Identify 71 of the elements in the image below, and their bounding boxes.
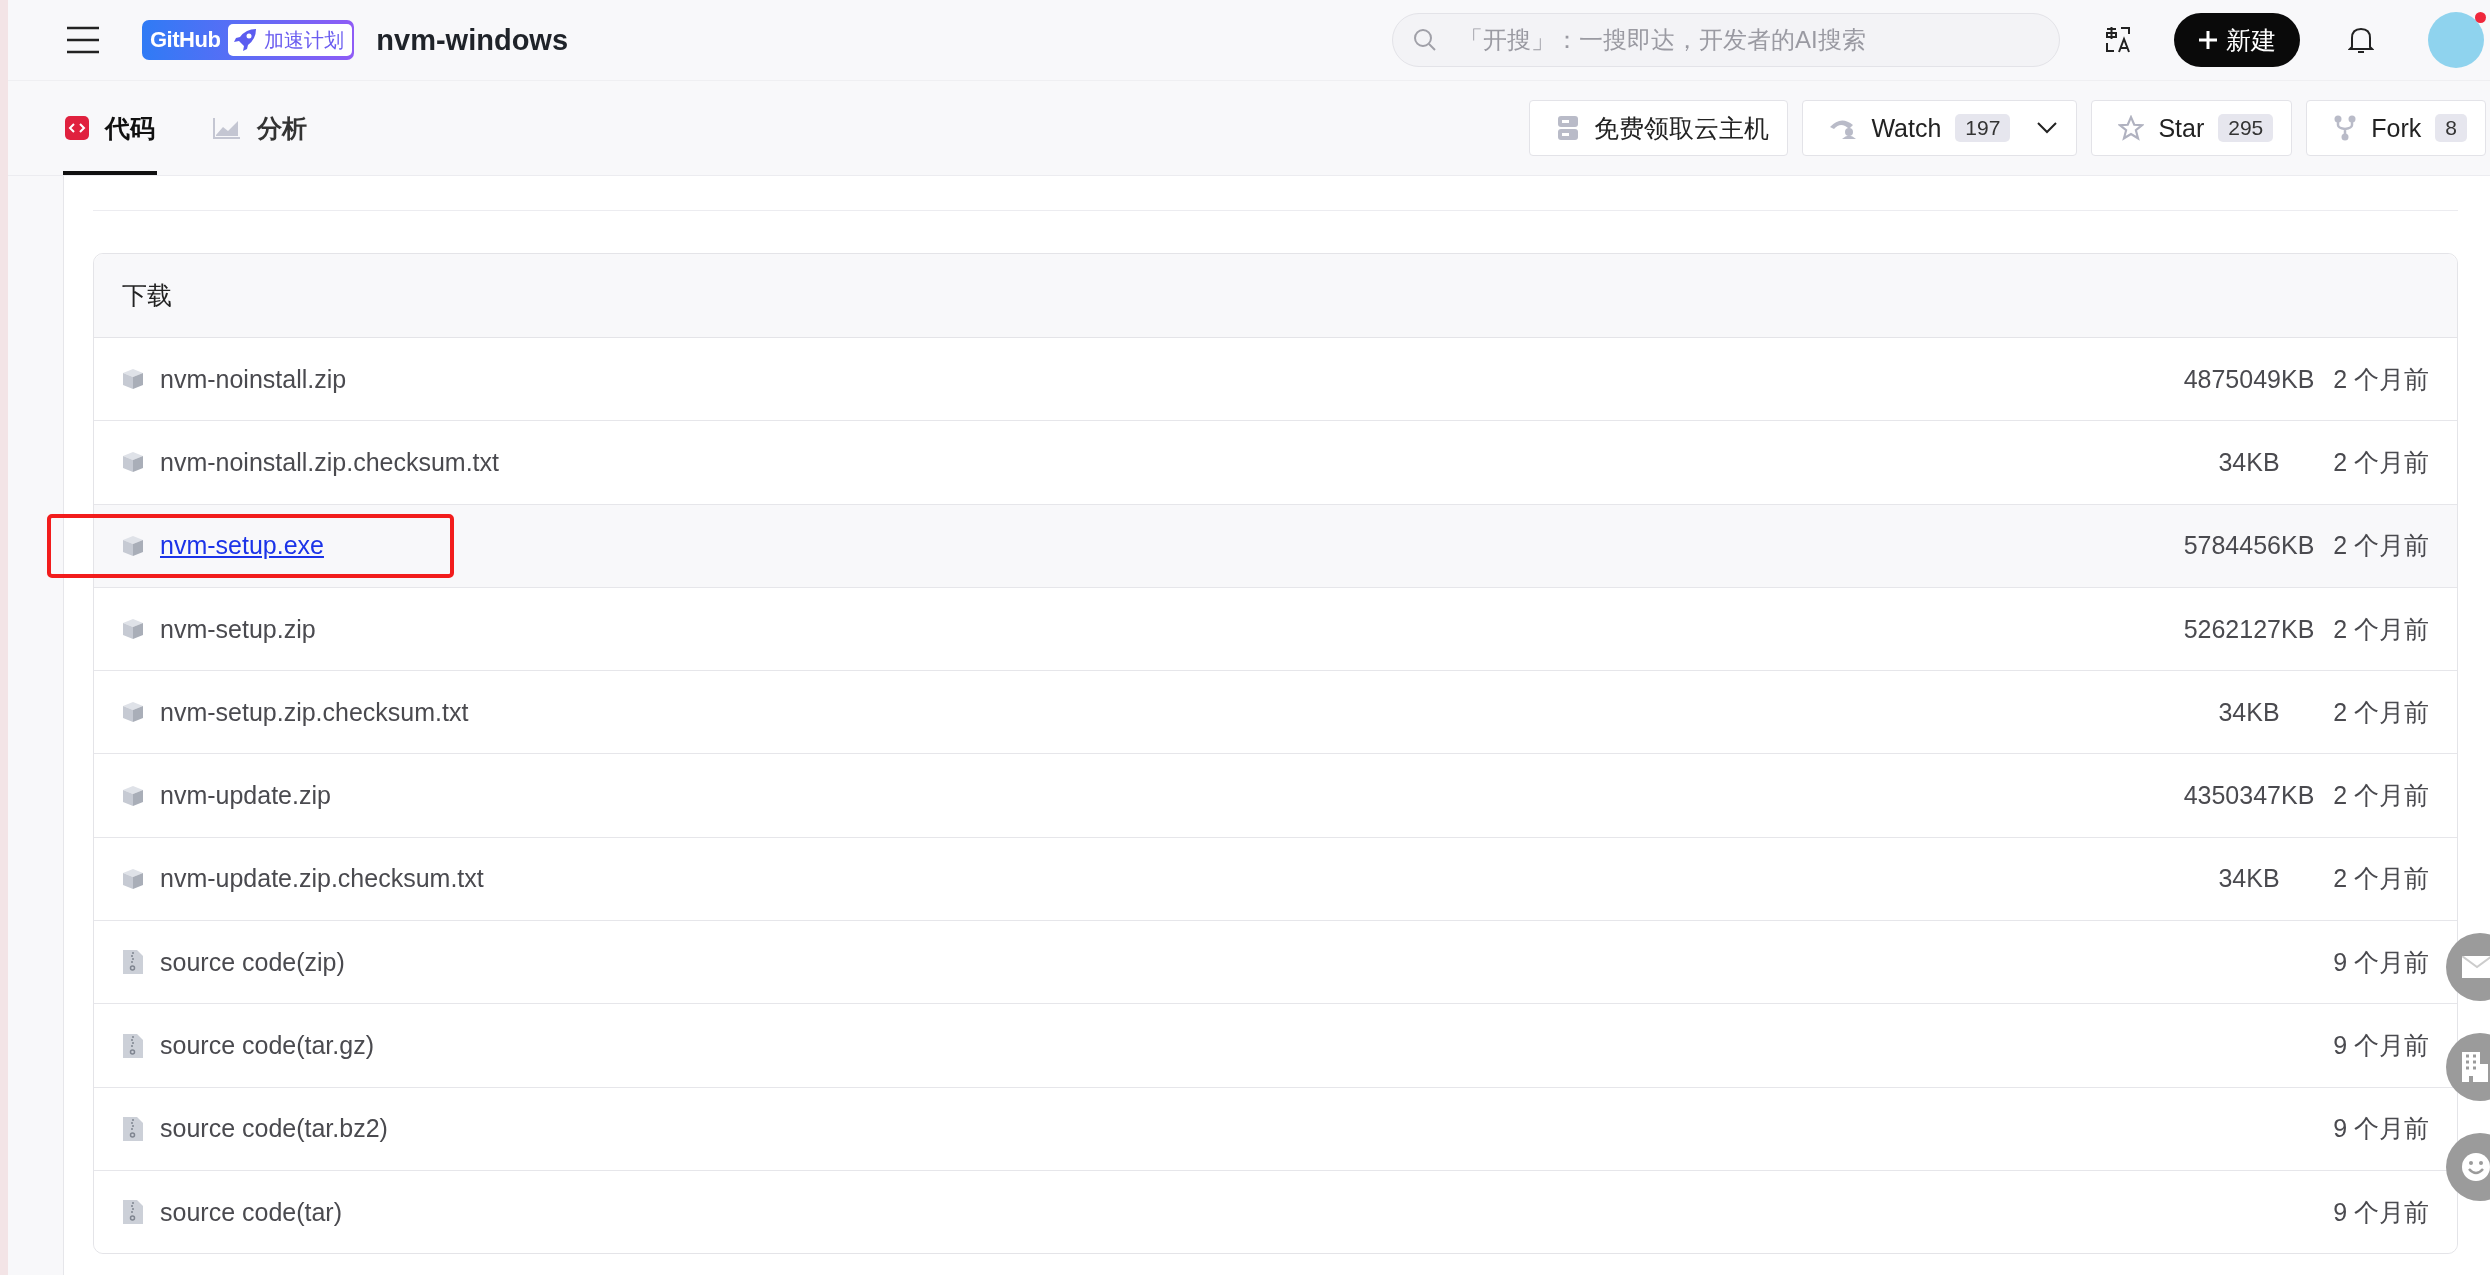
file-age: 9 个月前 [2332, 1196, 2429, 1228]
file-size: 34KB [2217, 697, 2281, 727]
server-icon [1556, 115, 1581, 141]
file-link[interactable]: source code(tar) [160, 1197, 2319, 1227]
package-icon [122, 867, 144, 890]
package-icon [122, 784, 144, 807]
zip-file-icon [122, 1115, 144, 1142]
new-button[interactable]: 新建 [2174, 13, 2300, 67]
watch-button[interactable]: Watch 197 [1802, 100, 2078, 156]
count-badge: 197 [1955, 114, 2011, 142]
button-label: 免费领取云主机 [1594, 112, 1770, 144]
search-field[interactable]: 「开搜」：一搜即达，开发者的AI搜索 [1392, 13, 2060, 67]
file-link[interactable]: nvm-update.zip [160, 781, 2179, 811]
file-link[interactable]: nvm-noinstall.zip [160, 364, 2179, 394]
button-label: Fork [2371, 113, 2422, 143]
package-icon [122, 534, 144, 557]
file-link[interactable]: nvm-update.zip.checksum.txt [160, 864, 2179, 894]
file-size: 4875049KB [2182, 364, 2316, 394]
count-badge: 295 [2218, 114, 2274, 142]
file-link[interactable]: source code(zip) [160, 947, 2319, 977]
cloud-button[interactable]: 免费领取云主机 [1529, 100, 1789, 156]
file-age: 2 个月前 [2332, 363, 2429, 395]
logo-text: GitHub [149, 27, 222, 53]
file-age: 9 个月前 [2332, 1113, 2429, 1145]
zip-file-icon [122, 1199, 144, 1226]
code-icon [65, 116, 89, 140]
repo-title: nvm-windows [376, 23, 569, 57]
button-label: Star [2158, 113, 2205, 143]
file-age: 2 个月前 [2332, 696, 2429, 728]
file-link[interactable]: nvm-setup.zip [160, 614, 2179, 644]
line-chart-icon [213, 117, 241, 139]
package-icon [122, 701, 144, 724]
menu-icon[interactable] [66, 26, 100, 54]
file-age: 9 个月前 [2332, 946, 2429, 978]
file-age: 2 个月前 [2332, 446, 2429, 478]
file-age: 2 个月前 [2332, 613, 2429, 645]
zip-file-icon [122, 949, 144, 976]
zip-file-icon [122, 1032, 144, 1059]
plus-icon [2198, 30, 2218, 50]
count-badge: 8 [2435, 114, 2467, 142]
button-label: Watch [1871, 113, 1942, 143]
file-link[interactable]: nvm-setup.exe [160, 531, 2179, 561]
fork-icon [2333, 114, 2358, 142]
package-icon [122, 618, 144, 641]
fork-button[interactable]: Fork 8 [2306, 100, 2486, 156]
card-title: 下载 [122, 280, 172, 311]
file-size: 34KB [2217, 864, 2281, 894]
file-link[interactable]: source code(tar.bz2) [160, 1114, 2319, 1144]
file-age: 2 个月前 [2332, 530, 2429, 562]
repo-tab[interactable]: 分析 [211, 81, 309, 175]
file-link[interactable]: nvm-noinstall.zip.checksum.txt [160, 447, 2179, 477]
rocket-icon [232, 27, 259, 53]
file-age: 2 个月前 [2332, 780, 2429, 812]
file-age: 2 个月前 [2332, 863, 2429, 895]
caret-icon [2036, 121, 2059, 135]
file-size: 4350347KB [2182, 781, 2316, 811]
star-icon [2118, 115, 2145, 141]
star-button[interactable]: Star 295 [2091, 100, 2293, 156]
program-label: 加速计划 [264, 27, 345, 53]
file-link[interactable]: source code(tar.gz) [160, 1031, 2319, 1060]
file-size: 5262127KB [2182, 614, 2316, 644]
brand-logo[interactable]: GitHub 加速计划 [142, 20, 355, 60]
package-icon [122, 451, 144, 474]
file-size: 34KB [2217, 447, 2281, 477]
user-avatar[interactable] [2428, 12, 2484, 68]
file-age: 9 个月前 [2332, 1030, 2429, 1061]
search-icon [1413, 28, 1437, 52]
file-link[interactable]: nvm-setup.zip.checksum.txt [160, 697, 2179, 727]
search-input[interactable]: 「开搜」：一搜即达，开发者的AI搜索 [1457, 25, 2039, 55]
package-icon [122, 368, 144, 391]
file-size: 5784456KB [2182, 531, 2316, 561]
